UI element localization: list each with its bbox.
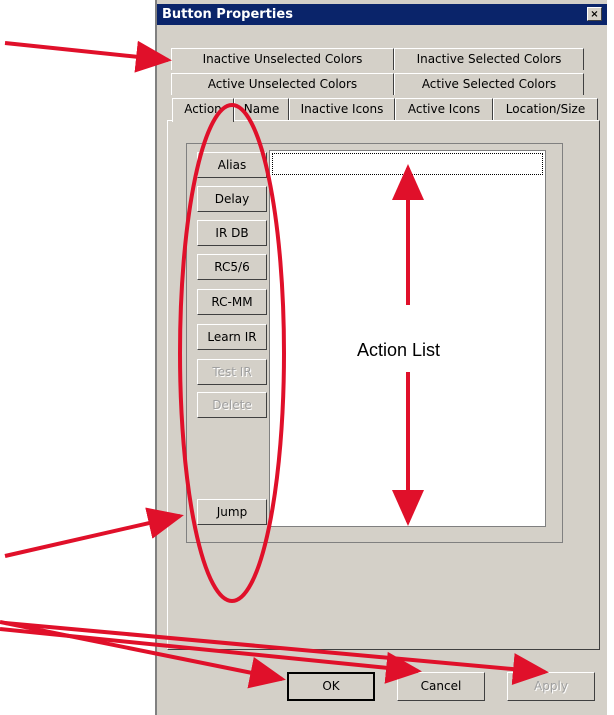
test-ir-button[interactable]: Test IR [197, 359, 267, 385]
jump-button[interactable]: Jump [197, 499, 267, 525]
tab-active-selected-colors[interactable]: Active Selected Colors [394, 73, 584, 95]
close-icon[interactable]: × [587, 7, 602, 21]
tab-inactive-unselected-colors[interactable]: Inactive Unselected Colors [171, 48, 394, 70]
action-list-selected-row[interactable] [272, 153, 543, 175]
tab-location-size[interactable]: Location/Size [493, 98, 598, 120]
rc-mm-button[interactable]: RC-MM [197, 289, 267, 315]
tab-action[interactable]: Action [172, 98, 234, 122]
apply-button[interactable]: Apply [507, 672, 595, 701]
tab-inactive-selected-colors[interactable]: Inactive Selected Colors [394, 48, 584, 70]
ir-db-button[interactable]: IR DB [197, 220, 267, 246]
tab-inactive-icons[interactable]: Inactive Icons [289, 98, 395, 120]
alias-button[interactable]: Alias [197, 152, 267, 178]
rc5-6-button[interactable]: RC5/6 [197, 254, 267, 280]
action-list[interactable] [269, 150, 546, 527]
arrow-to-tabs [4, 40, 172, 73]
learn-ir-button[interactable]: Learn IR [197, 324, 267, 350]
dialog-title: Button Properties [162, 7, 293, 22]
action-list-annotation-label: Action List [355, 340, 443, 361]
title-bar: Button Properties × [157, 4, 607, 25]
tab-active-icons[interactable]: Active Icons [395, 98, 493, 120]
arrow-to-jump [4, 507, 184, 558]
tab-name[interactable]: Name [234, 98, 289, 120]
delete-button[interactable]: Delete [197, 392, 267, 418]
tab-active-unselected-colors[interactable]: Active Unselected Colors [171, 73, 394, 95]
delay-button[interactable]: Delay [197, 186, 267, 212]
cancel-button[interactable]: Cancel [397, 672, 485, 701]
ok-button[interactable]: OK [287, 672, 375, 701]
